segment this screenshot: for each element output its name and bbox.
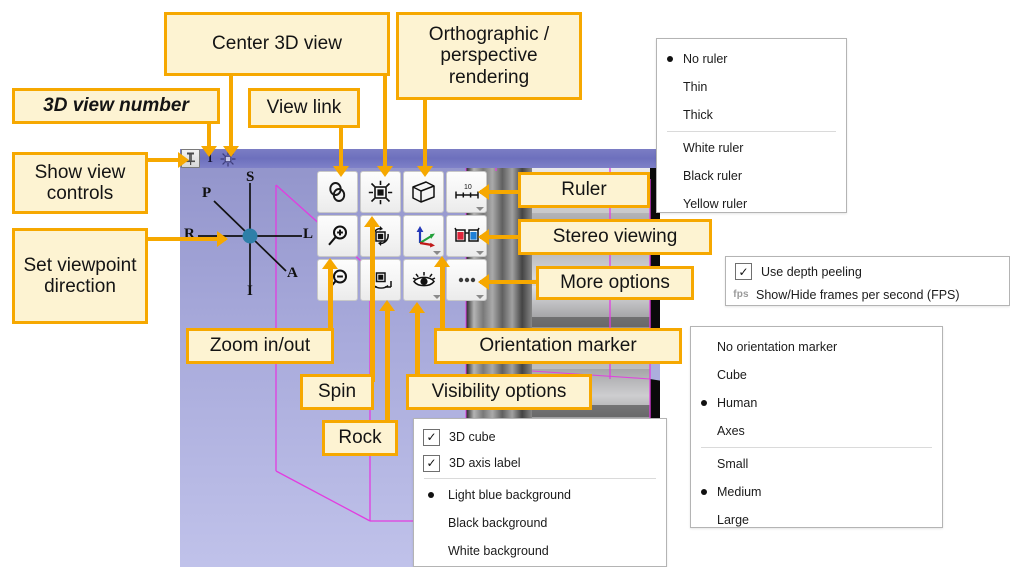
radio-selected-icon bbox=[691, 489, 717, 495]
ruler-menu[interactable]: No ruler Thin Thick White ruler Black ru… bbox=[656, 38, 847, 213]
callout-show-view-controls: Show view controls bbox=[12, 152, 148, 214]
leader-arrow-more-options bbox=[478, 274, 489, 290]
center-crosshair-icon bbox=[368, 180, 393, 204]
leader-line-rock bbox=[385, 306, 390, 426]
callout-view-link: View link bbox=[248, 88, 360, 128]
checkbox-checked-icon[interactable]: ✓ bbox=[735, 263, 752, 280]
leader-arrow-ortho bbox=[417, 166, 433, 177]
callout-ruler: Ruler bbox=[518, 172, 650, 208]
menu-item-black-background[interactable]: Black background bbox=[414, 509, 666, 537]
eye-icon bbox=[412, 272, 435, 287]
menu-separator bbox=[701, 447, 932, 448]
chevron-down-icon[interactable] bbox=[476, 251, 484, 255]
axis-label-superior: S bbox=[246, 169, 255, 185]
checkbox-checked-icon[interactable]: ✓ bbox=[423, 454, 440, 472]
orientation-marker-menu[interactable]: No orientation marker Cube Human Axes Sm… bbox=[690, 326, 943, 528]
leader-arrow-view-number bbox=[201, 146, 217, 157]
axis-label-anterior: A bbox=[287, 265, 298, 281]
chevron-down-icon[interactable] bbox=[433, 251, 441, 255]
callout-zoom-in-out: Zoom in/out bbox=[186, 328, 334, 364]
3d-glasses-icon bbox=[453, 227, 480, 242]
leader-arrow-visibility bbox=[409, 302, 425, 313]
menu-item-medium[interactable]: Medium bbox=[691, 478, 942, 506]
menu-item-white-ruler[interactable]: White ruler bbox=[657, 134, 846, 162]
rock-button[interactable] bbox=[360, 259, 401, 301]
menu-item-3d-axis-label[interactable]: ✓ 3D axis label bbox=[414, 450, 666, 476]
menu-item-thin[interactable]: Thin bbox=[657, 73, 846, 101]
menu-item-no-orientation-marker[interactable]: No orientation marker bbox=[691, 333, 942, 361]
leader-arrow-spin bbox=[364, 216, 380, 227]
leader-arrow-zoom bbox=[322, 258, 338, 269]
callout-spin: Spin bbox=[300, 374, 374, 410]
menu-item-small[interactable]: Small bbox=[691, 450, 942, 478]
callout-stereo-viewing: Stereo viewing bbox=[518, 219, 712, 255]
callout-more-options: More options bbox=[536, 266, 694, 300]
set-viewpoint-direction-widget[interactable]: S I R L P A bbox=[184, 169, 316, 301]
menu-separator bbox=[667, 131, 836, 132]
view-link-button[interactable] bbox=[317, 171, 358, 213]
view-controls-toolbar[interactable]: 10 bbox=[316, 170, 490, 304]
center-3d-view-button[interactable] bbox=[360, 171, 401, 213]
leader-arrow-ruler bbox=[478, 184, 489, 200]
leader-arrow-orientation bbox=[434, 256, 450, 267]
callout-3d-view-number: 3D view number bbox=[12, 88, 220, 124]
menu-item-3d-cube[interactable]: ✓ 3D cube bbox=[414, 424, 666, 450]
magnifier-plus-icon bbox=[327, 225, 347, 246]
callout-set-viewpoint-direction: Set viewpoint direction bbox=[12, 228, 148, 324]
ruler-icon: 10 bbox=[454, 184, 479, 199]
ellipsis-icon bbox=[458, 277, 475, 283]
visibility-options-menu[interactable]: ✓ 3D cube ✓ 3D axis label Light blue bac… bbox=[413, 418, 667, 567]
cube-perspective-icon bbox=[412, 181, 435, 203]
menu-item-cube[interactable]: Cube bbox=[691, 361, 942, 389]
more-options-menu[interactable]: ✓ Use depth peeling fps Show/Hide frames… bbox=[725, 256, 1010, 306]
leader-line-ortho bbox=[423, 100, 427, 172]
axes-arrows-icon bbox=[416, 226, 435, 248]
orientation-marker-button[interactable] bbox=[403, 215, 444, 257]
zoom-in-button[interactable] bbox=[317, 215, 358, 257]
callout-visibility-options: Visibility options bbox=[406, 374, 592, 410]
menu-item-yellow-ruler[interactable]: Yellow ruler bbox=[657, 190, 846, 218]
callout-orientation-marker: Orientation marker bbox=[434, 328, 682, 364]
radio-selected-icon bbox=[414, 492, 448, 498]
leader-arrow-set-viewpoint bbox=[217, 231, 228, 247]
menu-separator bbox=[424, 478, 656, 479]
menu-item-light-blue-background[interactable]: Light blue background bbox=[414, 481, 666, 509]
menu-item-axes[interactable]: Axes bbox=[691, 417, 942, 445]
checkbox-checked-icon[interactable]: ✓ bbox=[423, 428, 440, 446]
leader-arrow-center-3d-view-b bbox=[377, 166, 393, 177]
callout-rock: Rock bbox=[322, 420, 398, 456]
chevron-down-icon[interactable] bbox=[476, 295, 484, 299]
axis-label-left: L bbox=[303, 226, 314, 242]
leader-line-visibility bbox=[415, 308, 420, 374]
menu-item-white-background[interactable]: White background bbox=[414, 537, 666, 565]
radio-selected-icon bbox=[691, 400, 717, 406]
leader-arrow-show-view-controls bbox=[178, 152, 189, 168]
leader-line-center-3d-view-a bbox=[229, 76, 233, 150]
menu-item-show-hide-fps[interactable]: fps Show/Hide frames per second (FPS) bbox=[726, 283, 1009, 306]
chevron-down-icon[interactable] bbox=[476, 207, 484, 211]
fps-icon: fps bbox=[733, 289, 749, 300]
link-chain-icon bbox=[329, 181, 346, 202]
leader-line-set-viewpoint bbox=[148, 237, 226, 241]
leader-arrow-center-3d-view-a bbox=[223, 146, 239, 157]
leader-arrow-rock bbox=[379, 300, 395, 311]
axis-label-posterior: P bbox=[202, 185, 212, 201]
leader-arrow-stereo bbox=[478, 229, 489, 245]
radio-selected-icon bbox=[657, 56, 683, 62]
menu-item-large[interactable]: Large bbox=[691, 506, 942, 534]
menu-item-black-ruler[interactable]: Black ruler bbox=[657, 162, 846, 190]
leader-line-spin bbox=[370, 222, 375, 382]
callout-center-3d-view: Center 3D view bbox=[164, 12, 390, 76]
callout-ortho-perspective: Orthographic / perspective rendering bbox=[396, 12, 582, 100]
menu-item-use-depth-peeling[interactable]: ✓ Use depth peeling bbox=[726, 260, 1009, 283]
axis-label-inferior: I bbox=[247, 283, 253, 299]
ortho-perspective-button[interactable] bbox=[403, 171, 444, 213]
svg-text:10: 10 bbox=[464, 184, 472, 191]
menu-item-human[interactable]: Human bbox=[691, 389, 942, 417]
menu-item-thick[interactable]: Thick bbox=[657, 101, 846, 129]
leader-arrow-view-link bbox=[333, 166, 349, 177]
leader-line-orientation bbox=[440, 262, 445, 330]
leader-line-center-3d-view-b bbox=[383, 76, 387, 172]
menu-item-no-ruler[interactable]: No ruler bbox=[657, 45, 846, 73]
